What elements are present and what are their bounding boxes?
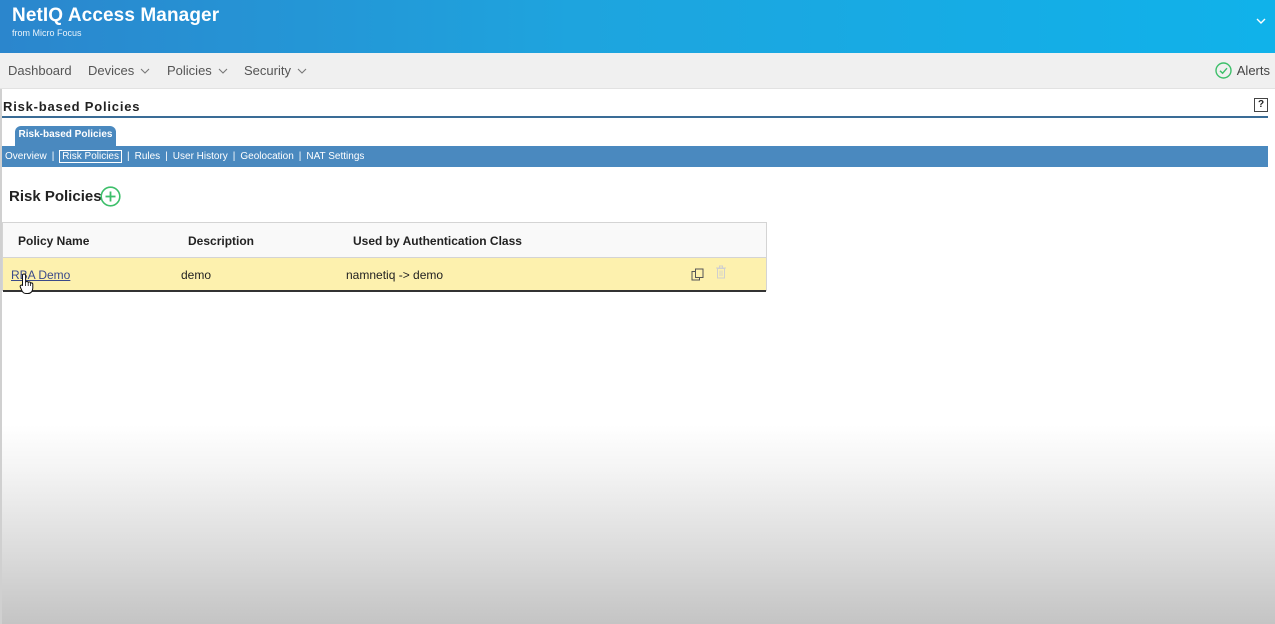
trash-icon[interactable] <box>715 265 727 279</box>
table-row[interactable]: RBA Demo demo namnetiq -> demo <box>3 258 766 292</box>
alerts-label: Alerts <box>1236 63 1270 78</box>
window-edge <box>0 0 2 624</box>
alerts-button[interactable]: Alerts <box>1215 62 1270 79</box>
subnav-separator: | <box>232 151 236 162</box>
app-subtitle: from Micro Focus <box>12 28 82 38</box>
column-header-auth-class[interactable]: Used by Authentication Class <box>353 234 522 248</box>
chevron-down-icon[interactable] <box>1254 14 1268 28</box>
main-nav: Dashboard Devices Policies Security Aler… <box>0 53 1275 89</box>
subnav-user-history[interactable]: User History <box>173 151 228 162</box>
policy-description: demo <box>181 268 212 282</box>
nav-dashboard-label: Dashboard <box>8 63 72 78</box>
subnav-separator: | <box>298 151 302 162</box>
subnav-risk-policies[interactable]: Risk Policies <box>59 150 122 163</box>
copy-icon[interactable] <box>691 268 704 281</box>
subnav-separator: | <box>165 151 168 162</box>
hand-pointer-icon <box>19 273 34 294</box>
section-title: Risk Policies <box>9 188 102 205</box>
subnav-rules[interactable]: Rules <box>135 151 161 162</box>
subnav-nat-settings[interactable]: NAT Settings <box>306 151 364 162</box>
nav-policies[interactable]: Policies <box>167 63 228 78</box>
policy-auth-class: namnetiq -> demo <box>346 268 444 282</box>
check-circle-icon <box>1215 62 1232 79</box>
subnav-separator: | <box>51 151 55 162</box>
app-title: NetIQ Access Manager <box>12 5 220 26</box>
page-background <box>0 0 1275 624</box>
nav-policies-label: Policies <box>167 63 212 78</box>
subnav-overview[interactable]: Overview <box>5 151 47 162</box>
nav-devices[interactable]: Devices <box>88 63 150 78</box>
plus-circle-icon[interactable] <box>100 186 121 207</box>
chevron-down-icon <box>218 68 228 74</box>
subnav-bar: Overview | Risk Policies | Rules | User … <box>2 146 1268 167</box>
table-header: Policy Name Description Used by Authenti… <box>3 223 766 258</box>
subnav-separator: | <box>126 151 130 162</box>
chevron-down-icon <box>140 68 150 74</box>
page-title: Risk-based Policies <box>3 99 141 114</box>
column-header-policy-name[interactable]: Policy Name <box>18 234 89 248</box>
column-header-description[interactable]: Description <box>188 234 254 248</box>
tab-risk-based-policies[interactable]: Risk-based Policies <box>15 126 116 146</box>
nav-security[interactable]: Security <box>244 63 307 78</box>
app-header: NetIQ Access Manager from Micro Focus <box>0 0 1275 53</box>
nav-devices-label: Devices <box>88 63 135 78</box>
nav-security-label: Security <box>244 63 291 78</box>
subnav-geolocation[interactable]: Geolocation <box>240 151 293 162</box>
nav-dashboard[interactable]: Dashboard <box>8 63 72 78</box>
title-divider <box>2 116 1268 118</box>
chevron-down-icon <box>297 68 307 74</box>
help-button[interactable]: ? <box>1254 98 1268 112</box>
risk-policies-table: Policy Name Description Used by Authenti… <box>2 222 767 292</box>
